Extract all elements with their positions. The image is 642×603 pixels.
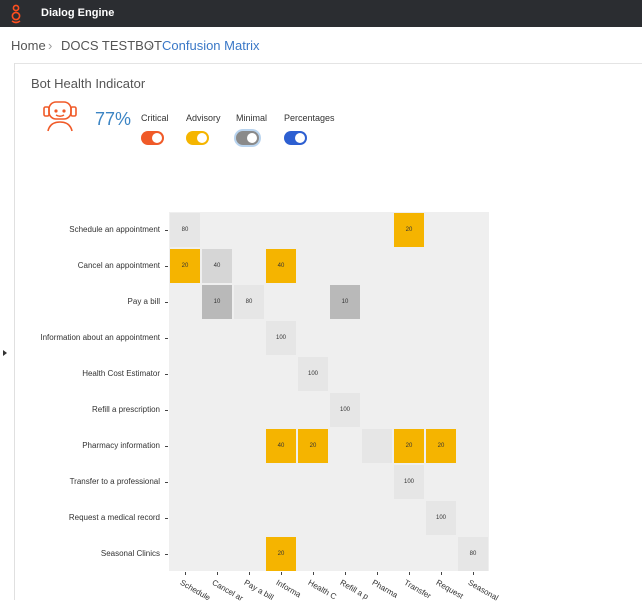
column-label-transfer-to-a-professional: Transfer	[402, 578, 433, 601]
y-tick	[165, 518, 168, 519]
toggle-label-advisory: Advisory	[186, 113, 221, 123]
genesys-logo-icon	[11, 4, 21, 24]
matrix-cell[interactable]: 10	[202, 285, 232, 319]
matrix-cell[interactable]: 40	[202, 249, 232, 283]
matrix-cell[interactable]: 100	[426, 501, 456, 535]
row-label-pay-a-bill: Pay a bill	[127, 297, 160, 306]
toggle-label-critical: Critical	[141, 113, 169, 123]
left-rail	[0, 63, 15, 600]
x-tick	[249, 572, 250, 575]
matrix-cell[interactable]: 40	[266, 249, 296, 283]
chevron-right-icon: ›	[148, 38, 153, 53]
matrix-cell[interactable]: 100	[330, 393, 360, 427]
toggle-label-percentages: Percentages	[284, 113, 335, 123]
x-tick	[313, 572, 314, 575]
health-percentage: 77%	[95, 109, 132, 129]
breadcrumb: Home › DOCS TESTBOT › Confusion Matrix	[0, 27, 642, 64]
column-label-information-about-an-appointment: Informa	[274, 578, 303, 600]
y-tick	[165, 266, 168, 267]
matrix-cell[interactable]: 20	[394, 429, 424, 463]
matrix-cell[interactable]: 80	[458, 537, 488, 571]
matrix-cell[interactable]	[362, 429, 392, 463]
y-tick	[165, 410, 168, 411]
row-label-information-about-an-appointment: Information about an appointment	[40, 333, 160, 342]
y-tick	[165, 338, 168, 339]
matrix-cell[interactable]: 20	[426, 429, 456, 463]
critical-toggle[interactable]	[141, 131, 164, 145]
x-tick	[409, 572, 410, 575]
column-label-schedule-an-appointment: Schedule	[178, 578, 212, 603]
column-label-refill-a-prescription: Refill a p	[338, 578, 370, 602]
row-label-pharmacy-information: Pharmacy information	[82, 441, 160, 450]
bot-health-title: Bot Health Indicator	[31, 76, 146, 91]
percentages-toggle[interactable]	[284, 131, 307, 145]
matrix-cell[interactable]: 20	[170, 249, 200, 283]
matrix-cell[interactable]: 100	[394, 465, 424, 499]
x-tick	[441, 572, 442, 575]
x-tick	[281, 572, 282, 575]
matrix-cell[interactable]: 20	[298, 429, 328, 463]
y-tick	[165, 482, 168, 483]
matrix-cell[interactable]: 100	[298, 357, 328, 391]
y-tick	[165, 374, 168, 375]
matrix-cell[interactable]: 20	[394, 213, 424, 247]
y-tick	[165, 230, 168, 231]
breadcrumb-bot[interactable]: DOCS TESTBOT	[61, 38, 162, 53]
column-label-request-a-medical-record: Request	[434, 578, 465, 601]
chevron-right-icon: ›	[48, 38, 53, 53]
matrix-cell[interactable]: 100	[266, 321, 296, 355]
matrix-cell[interactable]: 20	[266, 537, 296, 571]
app-title: Dialog Engine	[41, 7, 115, 19]
column-label-seasonal-clinics: Seasonal	[466, 578, 500, 603]
matrix-cell[interactable]: 40	[266, 429, 296, 463]
x-tick	[345, 572, 346, 575]
row-label-seasonal-clinics: Seasonal Clinics	[100, 549, 160, 558]
x-tick	[185, 572, 186, 575]
column-label-pharmacy-information: Pharma	[370, 578, 400, 600]
breadcrumb-current: Confusion Matrix	[162, 38, 260, 53]
matrix-cell[interactable]: 10	[330, 285, 360, 319]
advisory-toggle[interactable]	[186, 131, 209, 145]
column-label-health-cost-estimator: Health C	[306, 578, 338, 602]
y-tick	[165, 302, 168, 303]
breadcrumb-home[interactable]: Home	[11, 38, 46, 53]
y-tick	[165, 554, 168, 555]
row-label-cancel-an-appointment: Cancel an appointment	[77, 261, 160, 270]
bot-head-icon	[43, 101, 77, 132]
top-bar: Dialog Engine	[0, 0, 642, 27]
column-label-pay-a-bill: Pay a bill	[242, 578, 276, 603]
minimal-toggle[interactable]	[236, 131, 259, 145]
row-label-health-cost-estimator: Health Cost Estimator	[82, 369, 160, 378]
matrix-cell[interactable]: 80	[170, 213, 200, 247]
row-label-refill-a-prescription: Refill a prescription	[91, 405, 160, 414]
row-label-transfer-to-a-professional: Transfer to a professional	[69, 477, 160, 486]
row-label-request-a-medical-record: Request a medical record	[68, 513, 160, 522]
matrix-cell[interactable]: 80	[234, 285, 264, 319]
x-tick	[377, 572, 378, 575]
toggle-label-minimal: Minimal	[236, 113, 268, 123]
y-tick	[165, 446, 168, 447]
row-label-schedule-an-appointment: Schedule an appointment	[69, 225, 160, 234]
x-tick	[217, 572, 218, 575]
x-tick	[473, 572, 474, 575]
expand-arrow-icon[interactable]	[3, 350, 7, 356]
column-label-cancel-an-appointment: Cancel ar	[210, 578, 245, 603]
